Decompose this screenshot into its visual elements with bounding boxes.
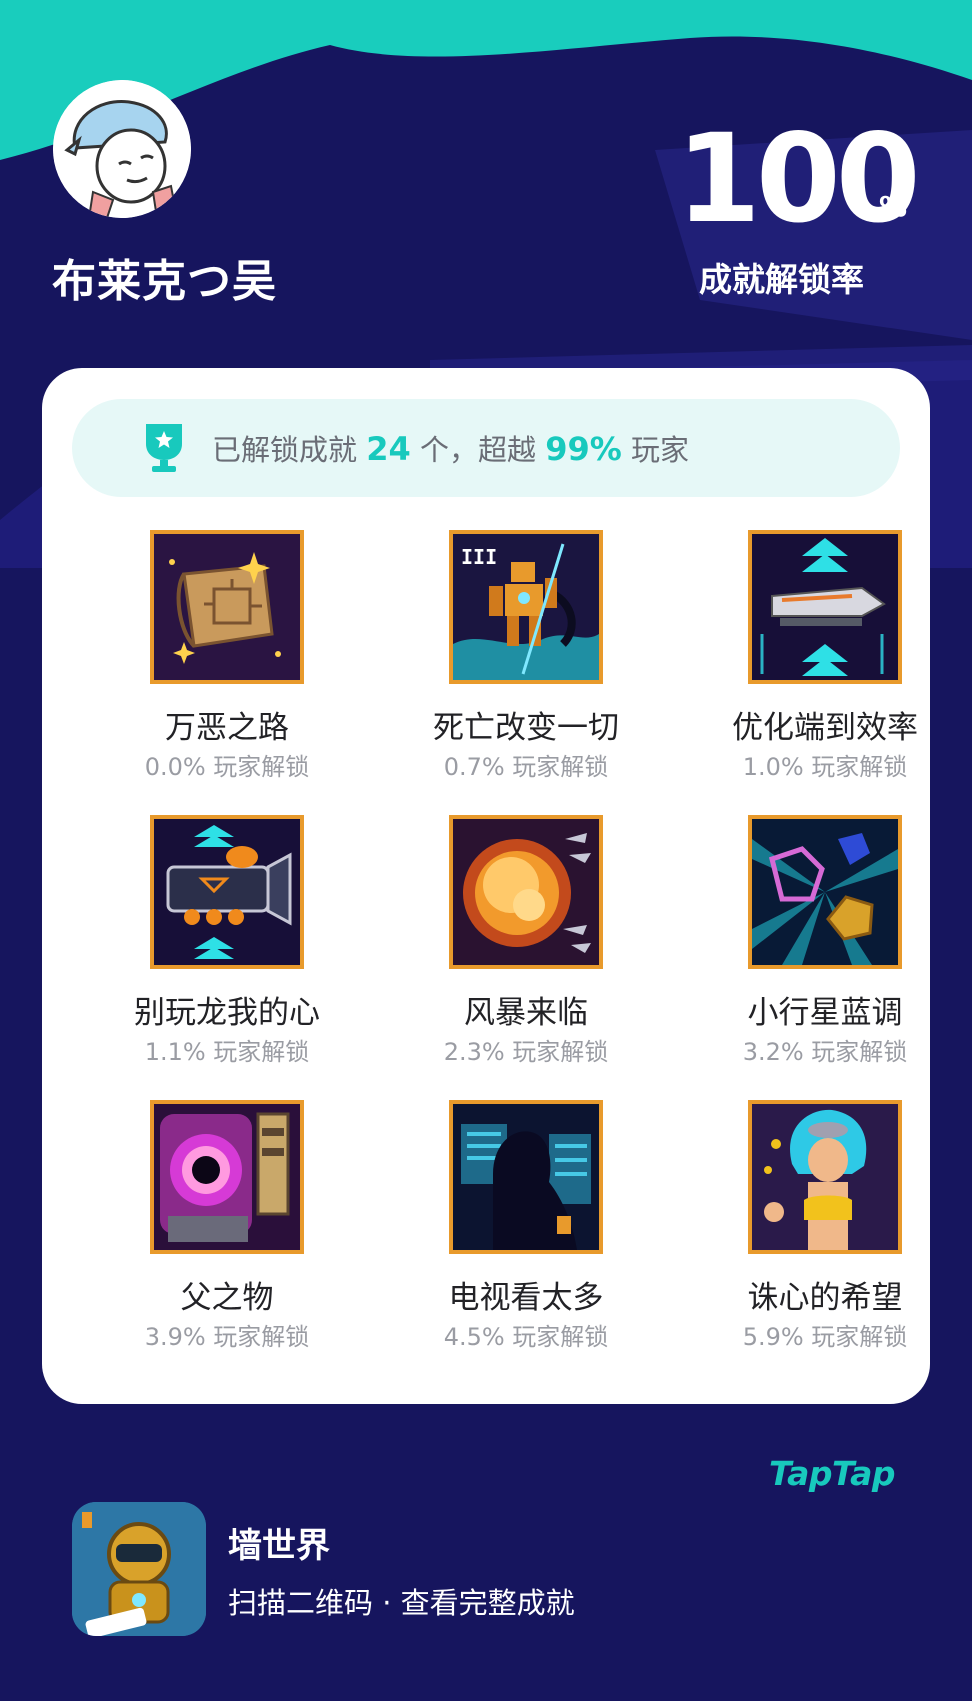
achievement-item[interactable]: 电视看太多 4.5% 玩家解锁 — [406, 1100, 646, 1352]
achievement-name: 风暴来临 — [464, 995, 588, 1031]
achievement-unlock-rate: 2.3% 玩家解锁 — [443, 1038, 609, 1066]
portal-vortex-icon — [150, 1100, 304, 1254]
surpass-percent: 99% — [545, 430, 622, 468]
achievement-name: 父之物 — [180, 1280, 274, 1316]
achievement-unlock-rate: 3.2% 玩家解锁 — [742, 1038, 908, 1066]
achievement-name: 小行星蓝调 — [747, 995, 903, 1031]
game-icon-art — [72, 1502, 206, 1636]
asteroid-gems-icon — [748, 815, 902, 969]
hero-girl-icon — [748, 1100, 902, 1254]
achievement-unlock-rate: 1.1% 玩家解锁 — [144, 1038, 310, 1066]
achievement-unlock-rate: 1.0% 玩家解锁 — [742, 753, 908, 781]
explosion-icon — [449, 815, 603, 969]
treasure-map-icon — [150, 530, 304, 684]
achievement-item[interactable]: 父之物 3.9% 玩家解锁 — [107, 1100, 347, 1352]
achievement-item[interactable]: III 死亡改变一切 0.7% 玩家解锁 — [406, 530, 646, 782]
achievement-name: 诛心的希望 — [747, 1280, 903, 1316]
achievement-item[interactable]: 诛心的希望 5.9% 玩家解锁 — [705, 1100, 945, 1352]
achievement-name: 别玩龙我的心 — [134, 995, 320, 1031]
train-upgrade-icon — [748, 530, 902, 684]
achievement-unlock-rate: 3.9% 玩家解锁 — [144, 1323, 310, 1351]
achievement-item[interactable]: 万恶之路 0.0% 玩家解锁 — [107, 530, 347, 782]
game-title: 墙世界 — [228, 1526, 330, 1566]
achievements-card: 已解锁成就 24 个，超越 99% 玩家 万恶之路 0.0% 玩家解锁 III … — [42, 368, 930, 1404]
summary-text: 已解锁成就 24 个，超越 99% 玩家 — [212, 427, 689, 469]
username: 布莱克つ吴 — [52, 256, 277, 307]
summary-prefix: 已解锁成就 — [212, 433, 358, 467]
achievement-unlock-rate: 0.7% 玩家解锁 — [443, 753, 609, 781]
achievement-item[interactable]: 风暴来临 2.3% 玩家解锁 — [406, 815, 646, 1067]
achievement-name: 万恶之路 — [165, 710, 289, 746]
achievement-item[interactable]: 别玩龙我的心 1.1% 玩家解锁 — [107, 815, 347, 1067]
unlock-rate-unit: % — [879, 190, 908, 223]
summary-suffix: 玩家 — [631, 433, 690, 467]
achievement-name: 优化端到效率 — [732, 710, 918, 746]
unlock-rate-label: 成就解锁率 — [699, 260, 864, 299]
achievement-unlock-rate: 5.9% 玩家解锁 — [742, 1323, 908, 1351]
achievement-unlock-rate: 0.0% 玩家解锁 — [144, 753, 310, 781]
pumpkin-train-icon — [150, 815, 304, 969]
trophy-icon — [146, 424, 182, 472]
summary-banner: 已解锁成就 24 个，超越 99% 玩家 — [72, 399, 900, 497]
achievement-item[interactable]: 小行星蓝调 3.2% 玩家解锁 — [705, 815, 945, 1067]
user-avatar[interactable] — [53, 80, 191, 218]
mech-robot-icon: III — [449, 530, 603, 684]
avatar-illustration — [53, 80, 191, 218]
achievement-item[interactable]: 优化端到效率 1.0% 玩家解锁 — [705, 530, 945, 782]
achievement-name: 死亡改变一切 — [433, 710, 619, 746]
achievement-name: 电视看太多 — [448, 1280, 604, 1316]
tv-silhouette-icon — [449, 1100, 603, 1254]
unlocked-count: 24 — [366, 430, 411, 468]
game-app-icon[interactable] — [72, 1502, 206, 1636]
svg-text:III: III — [461, 545, 497, 569]
summary-mid: 个，超越 — [419, 433, 536, 467]
game-subtitle: 扫描二维码 · 查看完整成就 — [228, 1586, 575, 1620]
achievement-unlock-rate: 4.5% 玩家解锁 — [443, 1323, 609, 1351]
taptap-logo: TapTap — [769, 1454, 895, 1493]
